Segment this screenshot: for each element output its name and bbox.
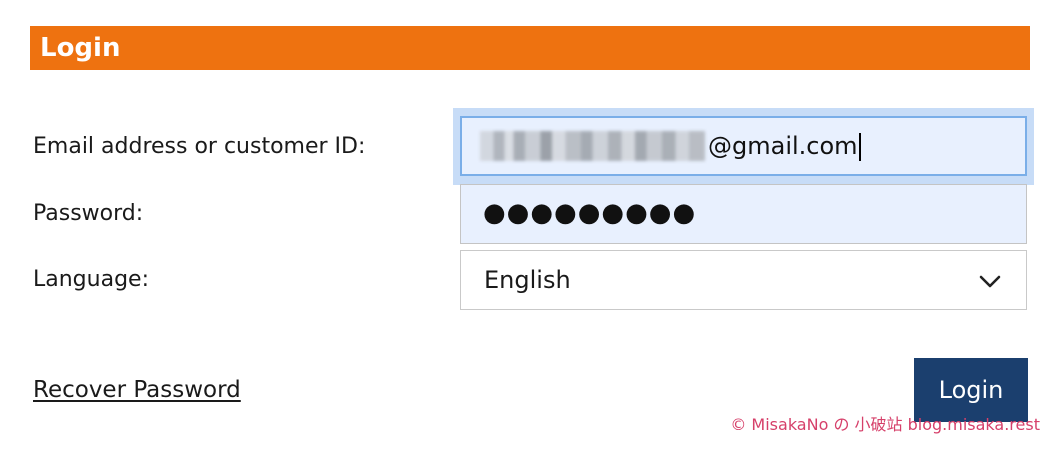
password-label: Password: [33,201,144,226]
text-caret [858,133,861,161]
language-label: Language: [33,267,149,292]
login-button[interactable]: Login [914,358,1028,422]
language-select[interactable]: English [460,250,1027,310]
watermark: © MisakaNo の 小破站 blog.misaka.rest [730,415,1040,434]
email-label: Email address or customer ID: [33,134,366,159]
redacted-email-prefix [480,131,705,161]
email-value: @gmail.com [708,130,861,162]
recover-password-link[interactable]: Recover Password [33,374,241,406]
chevron-down-icon [979,275,1001,288]
header-bar: Login [30,26,1030,70]
password-value: ●●●●●●●●● [483,198,697,228]
login-page: Login Email address or customer ID: Pass… [0,0,1060,455]
page-title: Login [40,33,121,63]
language-selected-value: English [484,266,571,294]
password-field[interactable]: ●●●●●●●●● [460,184,1027,244]
email-field[interactable]: @gmail.com [460,116,1027,176]
